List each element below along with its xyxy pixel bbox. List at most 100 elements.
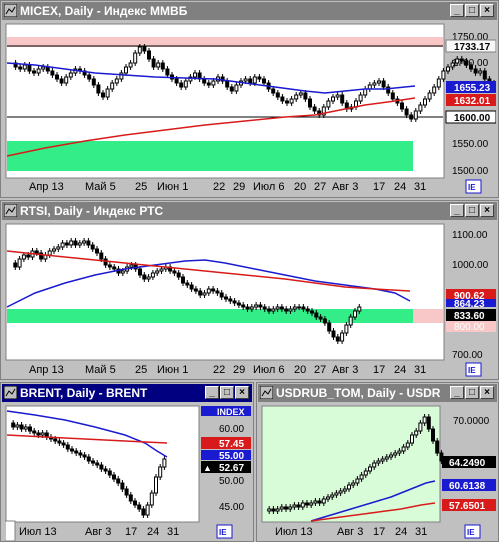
candle: [410, 434, 414, 444]
candle: [128, 494, 133, 502]
candle: [95, 462, 100, 466]
minimize-button[interactable]: _: [450, 4, 464, 17]
candle: [446, 66, 450, 72]
candle: [393, 452, 398, 456]
candle: [206, 82, 211, 86]
candle: [436, 78, 441, 88]
candle: [107, 264, 112, 268]
candle: [435, 440, 440, 454]
maximize-button[interactable]: □: [465, 204, 479, 217]
candle: [15, 424, 20, 428]
candle: [305, 308, 310, 312]
candle: [99, 464, 104, 470]
svg-text:Июл 13: Июл 13: [275, 526, 313, 538]
candle: [298, 92, 303, 96]
candle: [55, 74, 59, 80]
candle: [405, 442, 410, 448]
micex-titlebar[interactable]: MICEX, Daily - Индекс ММВБ: [2, 2, 497, 20]
candle: [165, 68, 170, 76]
svg-text:1000.00: 1000.00: [452, 260, 489, 271]
plot-area: [5, 405, 200, 523]
svg-text:31: 31: [167, 526, 179, 538]
calendar-icon[interactable]: IE: [465, 179, 482, 194]
candle: [202, 292, 207, 296]
candle: [279, 506, 284, 510]
candle: [340, 94, 345, 104]
minimize-button[interactable]: _: [450, 386, 464, 399]
brent-window[interactable]: BRENT, Daily - BRENT _ □ × INDEX 60.00 5…: [0, 382, 254, 542]
candle: [236, 302, 241, 306]
candle: [347, 484, 351, 490]
candle: [59, 78, 64, 84]
rtsi-titlebar[interactable]: RTSI, Daily - Индекс РТС: [2, 202, 497, 220]
candle: [193, 72, 197, 78]
svg-text:24: 24: [394, 364, 406, 376]
usdrub-chart[interactable]: 70.0000 64.2490 60.6138 57.6501 Июл 13 А…: [261, 405, 496, 541]
svg-text:45.00: 45.00: [219, 502, 244, 513]
candle: [300, 502, 305, 508]
ma-blue-label: 864.23: [454, 299, 485, 310]
candle: [249, 306, 254, 310]
candle: [257, 76, 262, 80]
rtsi-chart[interactable]: 1100.00 1000.00 700.00 900.62 864.23 833…: [5, 223, 496, 379]
candle: [267, 308, 271, 312]
micex-window[interactable]: MICEX, Daily - Индекс ММВБ _ □ × 1750.00…: [0, 0, 499, 198]
candle: [34, 250, 39, 254]
svg-text:29: 29: [233, 364, 245, 376]
candle: [124, 488, 129, 496]
svg-text:22: 22: [213, 364, 225, 376]
calendar-icon[interactable]: IE: [464, 524, 481, 539]
candle: [303, 92, 308, 100]
brent-chart[interactable]: INDEX 60.00 57.45 55.00 ▲ 52.67 50.00 45…: [5, 405, 251, 541]
svg-text:17: 17: [373, 364, 385, 376]
candle: [68, 72, 73, 78]
svg-text:27: 27: [314, 364, 326, 376]
candle: [47, 250, 52, 256]
ma-blue-label: 60.6138: [449, 481, 486, 492]
candle: [23, 426, 28, 430]
candle: [96, 84, 101, 94]
candle: [317, 500, 322, 504]
candle: [357, 306, 362, 312]
svg-text:27: 27: [314, 181, 326, 193]
svg-text:20: 20: [294, 181, 306, 193]
candle: [358, 94, 363, 102]
candle: [289, 98, 294, 104]
minimize-button[interactable]: _: [450, 204, 464, 217]
usdrub-window[interactable]: USDRUB_TOM, Daily - USDR _ □ × 70.0000 6…: [256, 382, 499, 542]
marker-arrow-icon: ▲: [203, 463, 212, 473]
close-button[interactable]: ×: [235, 386, 249, 399]
maximize-button[interactable]: □: [465, 4, 479, 17]
candle: [275, 92, 280, 98]
svg-text:20: 20: [294, 364, 306, 376]
candle: [19, 424, 24, 430]
svg-text:70.0000: 70.0000: [453, 416, 490, 427]
candle: [181, 276, 185, 284]
candle: [297, 306, 302, 309]
calendar-icon[interactable]: IE: [465, 362, 482, 377]
close-button[interactable]: ×: [480, 386, 494, 399]
close-button[interactable]: ×: [480, 204, 494, 217]
svg-text:IE: IE: [468, 366, 476, 375]
candle: [271, 508, 276, 512]
svg-text:60.00: 60.00: [219, 424, 244, 435]
svg-text:IE: IE: [219, 528, 227, 537]
candle: [482, 70, 487, 80]
candle: [409, 114, 414, 120]
minimize-button[interactable]: _: [205, 386, 219, 399]
rtsi-window[interactable]: RTSI, Daily - Индекс РТС _ □ × 1100.00 1…: [0, 200, 499, 380]
svg-text:Авг 3: Авг 3: [332, 181, 358, 193]
maximize-button[interactable]: □: [220, 386, 234, 399]
candle: [432, 86, 437, 94]
svg-text:Июн 1: Июн 1: [157, 181, 188, 193]
candle: [413, 110, 418, 120]
window-title: BRENT, Daily - BRENT: [20, 386, 148, 400]
maximize-button[interactable]: □: [465, 386, 479, 399]
close-button[interactable]: ×: [480, 4, 494, 17]
calendar-icon[interactable]: IE: [216, 524, 233, 539]
candle: [146, 276, 151, 280]
micex-chart[interactable]: 1750.00 1700.00 1550.00 1500.00 1733.17 …: [5, 23, 496, 197]
candle: [87, 74, 92, 80]
candle: [414, 430, 419, 436]
chart-window-icon: [4, 4, 17, 17]
